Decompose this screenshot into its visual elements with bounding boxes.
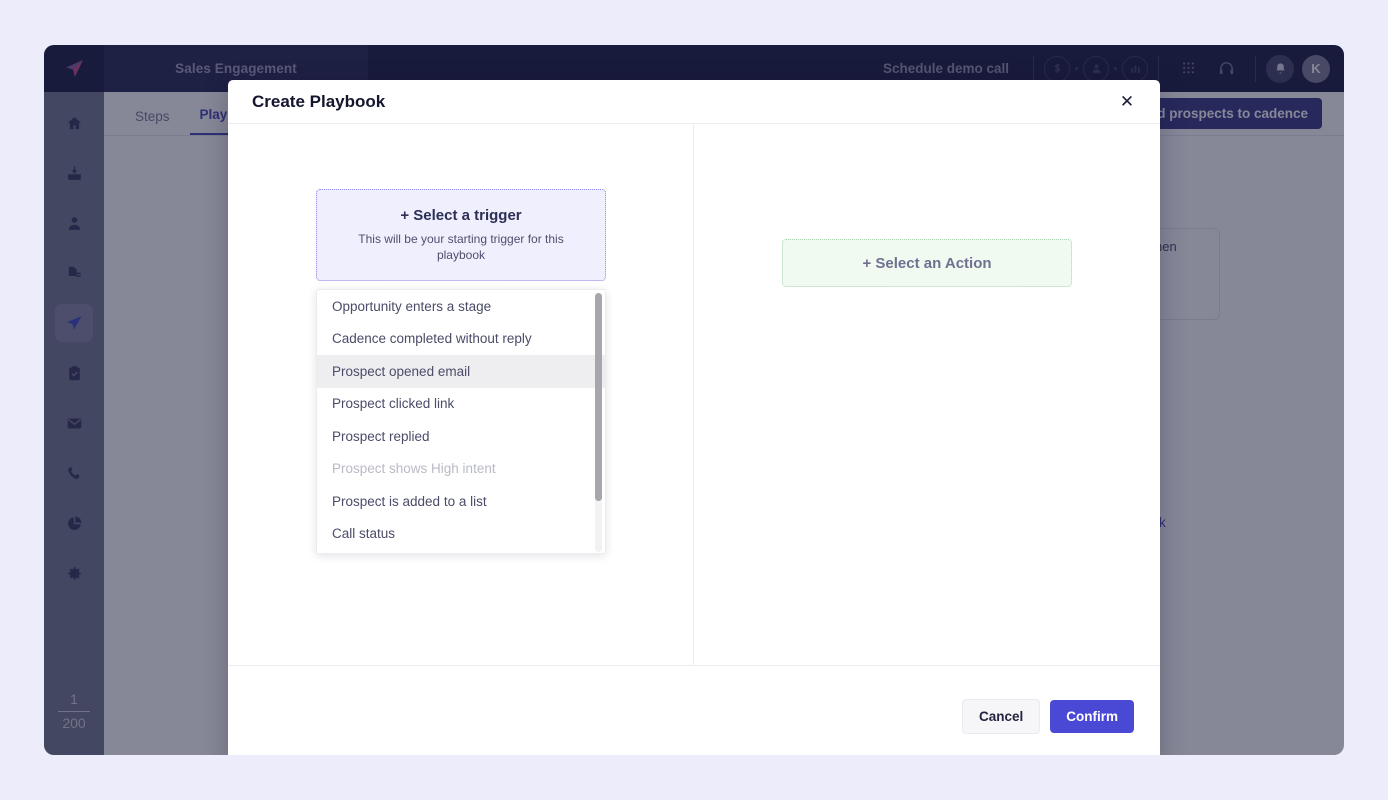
list-item[interactable]: Call status [317,518,605,551]
cancel-button[interactable]: Cancel [962,699,1040,734]
list-item[interactable]: Prospect replied [317,420,605,453]
modal-title: Create Playbook [252,92,1114,112]
list-item[interactable]: Prospect opened email [317,355,605,388]
close-icon[interactable]: ✕ [1114,89,1140,115]
select-trigger-box[interactable]: + Select a trigger This will be your sta… [316,189,606,281]
modal-header: Create Playbook ✕ [228,80,1160,124]
select-trigger-subtitle: This will be your starting trigger for t… [333,231,589,263]
create-playbook-modal: Create Playbook ✕ + Select a trigger Thi… [228,80,1160,755]
confirm-button[interactable]: Confirm [1050,700,1134,733]
list-item[interactable]: Opportunity enters a stage [317,290,605,323]
modal-footer: Cancel Confirm [228,665,1160,755]
select-action-box[interactable]: + Select an Action [782,239,1072,287]
trigger-pane: + Select a trigger This will be your sta… [228,124,694,665]
select-action-title: + Select an Action [862,255,991,272]
action-pane: + Select an Action [694,124,1160,665]
list-item[interactable]: Prospect clicked link [317,388,605,421]
list-item: Prospect shows High intent [317,453,605,486]
list-item[interactable]: Prospect is added to a list [317,485,605,518]
trigger-dropdown[interactable]: Opportunity enters a stage Cadence compl… [316,289,606,554]
trigger-option-list: Opportunity enters a stage Cadence compl… [317,290,605,550]
dropdown-scrollbar-thumb[interactable] [595,293,602,501]
select-trigger-title: + Select a trigger [400,207,521,224]
list-item[interactable]: Cadence completed without reply [317,323,605,356]
app-window: Steps Play dd prospects to cadence hen o… [44,45,1344,755]
modal-body: + Select a trigger This will be your sta… [228,124,1160,665]
